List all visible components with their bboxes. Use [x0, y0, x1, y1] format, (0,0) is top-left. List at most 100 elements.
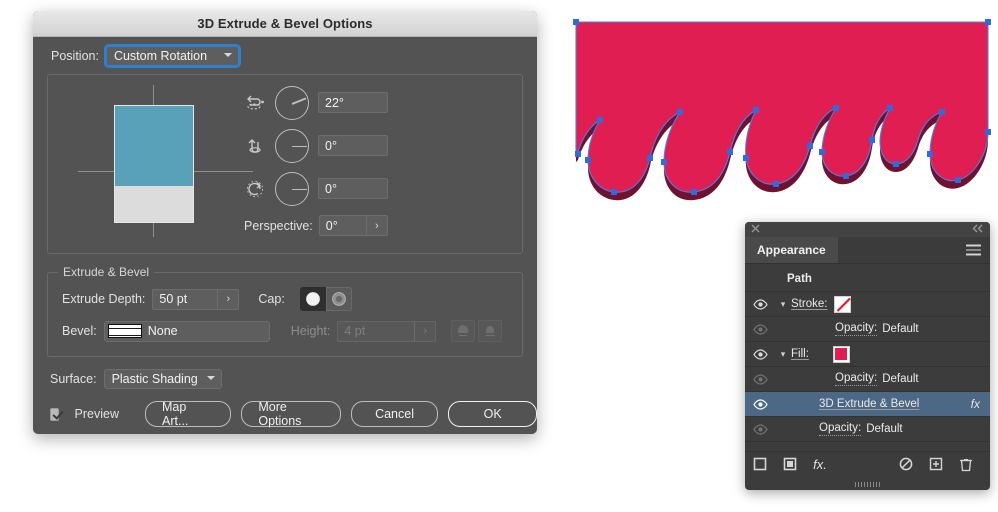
artboard-artwork[interactable] [570, 12, 994, 222]
appearance-target-row[interactable]: Path [745, 267, 990, 292]
chevron-down-icon[interactable]: ▾ [775, 299, 791, 310]
appearance-row-effect[interactable]: 3D Extrude & Bevel fx [745, 392, 990, 417]
3d-extrude-bevel-dialog: 3D Extrude & Bevel Options Position: Cus… [33, 11, 537, 434]
object-opacity-label: Opacity: [819, 422, 862, 436]
swatch-inner [836, 298, 851, 312]
bevel-none-swatch-icon [107, 324, 142, 338]
object-opacity-value: Default [866, 423, 903, 435]
cube-front-face [115, 106, 193, 186]
cap-label: Cap: [258, 292, 285, 306]
cap-off-icon[interactable] [325, 287, 352, 311]
extrude-depth-stepper[interactable]: 50 pt › [152, 288, 240, 310]
ok-button[interactable]: OK [448, 401, 537, 427]
bevel-label: Bevel: [62, 324, 97, 338]
delete-item-icon[interactable] [951, 457, 981, 472]
visibility-eye-icon[interactable] [745, 298, 775, 310]
rotate-y-icon [244, 135, 266, 157]
rotate-z-icon [244, 178, 266, 200]
duplicate-item-icon[interactable] [921, 457, 951, 471]
cap-button-group [299, 287, 352, 311]
appearance-row-fill-opacity[interactable]: Opacity: Default [745, 367, 990, 392]
appearance-row-stroke-opacity[interactable]: Opacity: Default [745, 317, 990, 342]
bevel-extent-out-icon [451, 320, 476, 342]
bevel-height-stepper: 4 pt › [337, 320, 437, 342]
rotation-dial-z[interactable] [275, 171, 309, 206]
extrude-bevel-content: Extrude Depth: 50 pt › Cap: Bevel: None … [48, 273, 522, 356]
appearance-list: Path ▾ Stroke: Opacity: Default ▾ Fill: … [745, 264, 990, 442]
map-art-button[interactable]: Map Art... [145, 400, 232, 428]
extrude-bevel-group-title: Extrude & Bevel [58, 265, 155, 279]
visibility-eye-icon-dim[interactable] [745, 323, 775, 335]
stroke-opacity-label: Opacity: [835, 322, 878, 336]
chevron-down-icon [223, 52, 232, 60]
hamburger-menu-icon[interactable] [966, 244, 981, 256]
panel-resize-grip[interactable] [854, 482, 881, 487]
perspective-popup-arrow-icon[interactable]: › [365, 216, 387, 235]
chevron-down-icon [206, 375, 215, 383]
rotation-dials: 22° 0° 0° Perspective: 0° › [244, 81, 404, 236]
tab-appearance[interactable]: Appearance [745, 237, 838, 263]
rotation-dial-y[interactable] [275, 128, 309, 163]
collapse-icon[interactable] [972, 224, 984, 236]
dial-needle-x [291, 96, 307, 105]
rotation-y-field[interactable]: 0° [318, 135, 388, 156]
fill-opacity-value: Default [882, 373, 919, 385]
extrude-depth-row: Extrude Depth: 50 pt › Cap: [48, 287, 522, 311]
fill-swatch[interactable] [832, 345, 850, 363]
drip-fill-shape [576, 22, 988, 193]
clear-appearance-icon[interactable] [891, 457, 921, 471]
drip-artwork-svg[interactable] [570, 12, 994, 222]
appearance-row-stroke[interactable]: ▾ Stroke: [745, 292, 990, 317]
dial-needle-y [292, 145, 307, 148]
extrude-depth-value: 50 pt [159, 292, 188, 306]
swatch-inner [835, 348, 848, 360]
surface-select[interactable]: Plastic Shading [103, 369, 222, 389]
appearance-row-object-opacity[interactable]: Opacity: Default [745, 417, 990, 442]
appearance-target-label: Path [787, 273, 812, 285]
panel-tab-bar: Appearance [745, 237, 990, 264]
cap-on-icon[interactable] [299, 287, 326, 311]
perspective-row: Perspective: 0° › [244, 215, 404, 236]
visibility-eye-icon[interactable] [745, 348, 775, 360]
add-new-stroke-icon[interactable] [745, 457, 775, 471]
visibility-eye-icon-dim[interactable] [745, 373, 775, 385]
bevel-select[interactable]: None [103, 320, 270, 342]
position-group: 22° 0° 0° Perspective: 0° › [47, 74, 523, 254]
bevel-height-popup-arrow-icon: › [414, 321, 435, 341]
rotation-z-field[interactable]: 0° [318, 178, 388, 199]
bevel-height-value: 4 pt [344, 324, 366, 338]
chevron-down-icon[interactable]: ▾ [775, 349, 791, 360]
rotation-y-value: 0° [325, 138, 337, 153]
app-canvas: 3D Extrude & Bevel Options Position: Cus… [0, 0, 998, 512]
rotation-row-y: 0° [244, 124, 404, 167]
add-new-effect-icon[interactable]: fx. [805, 457, 835, 472]
extrude-depth-popup-arrow-icon[interactable]: › [217, 289, 238, 309]
position-preview-area[interactable]: 22° 0° 0° Perspective: 0° › [48, 75, 522, 247]
position-label: Position: [51, 49, 99, 63]
dialog-button-row: Preview Map Art... More Options Cancel O… [33, 389, 537, 428]
position-select[interactable]: Custom Rotation [103, 44, 241, 68]
visibility-eye-icon-dim[interactable] [745, 423, 775, 435]
perspective-value: 0° [325, 218, 338, 233]
rotation-x-field[interactable]: 22° [318, 92, 388, 113]
perspective-stepper[interactable]: 0° › [318, 215, 388, 236]
position-select-value: Custom Rotation [113, 49, 208, 63]
rotation-z-value: 0° [325, 181, 337, 196]
effect-label: 3D Extrude & Bevel [819, 398, 920, 410]
visibility-eye-icon[interactable] [745, 398, 775, 410]
preview-checkbox[interactable] [50, 407, 59, 421]
cancel-button[interactable]: Cancel [350, 401, 439, 427]
stroke-swatch-none[interactable] [834, 295, 852, 313]
appearance-row-fill[interactable]: ▾ Fill: [745, 342, 990, 367]
bevel-extent-in-icon [478, 320, 503, 342]
extrude-depth-label: Extrude Depth: [62, 292, 146, 306]
add-new-fill-icon[interactable] [775, 457, 805, 471]
rotation-dial-x[interactable] [275, 85, 309, 120]
fx-icon[interactable]: fx [971, 397, 980, 411]
more-options-button[interactable]: More Options [241, 400, 341, 428]
fill-opacity-label: Opacity: [835, 372, 878, 386]
position-preview-cube[interactable] [114, 105, 194, 223]
close-icon[interactable] [751, 224, 760, 236]
rotate-x-icon [244, 92, 266, 114]
bevel-value: None [147, 324, 178, 338]
